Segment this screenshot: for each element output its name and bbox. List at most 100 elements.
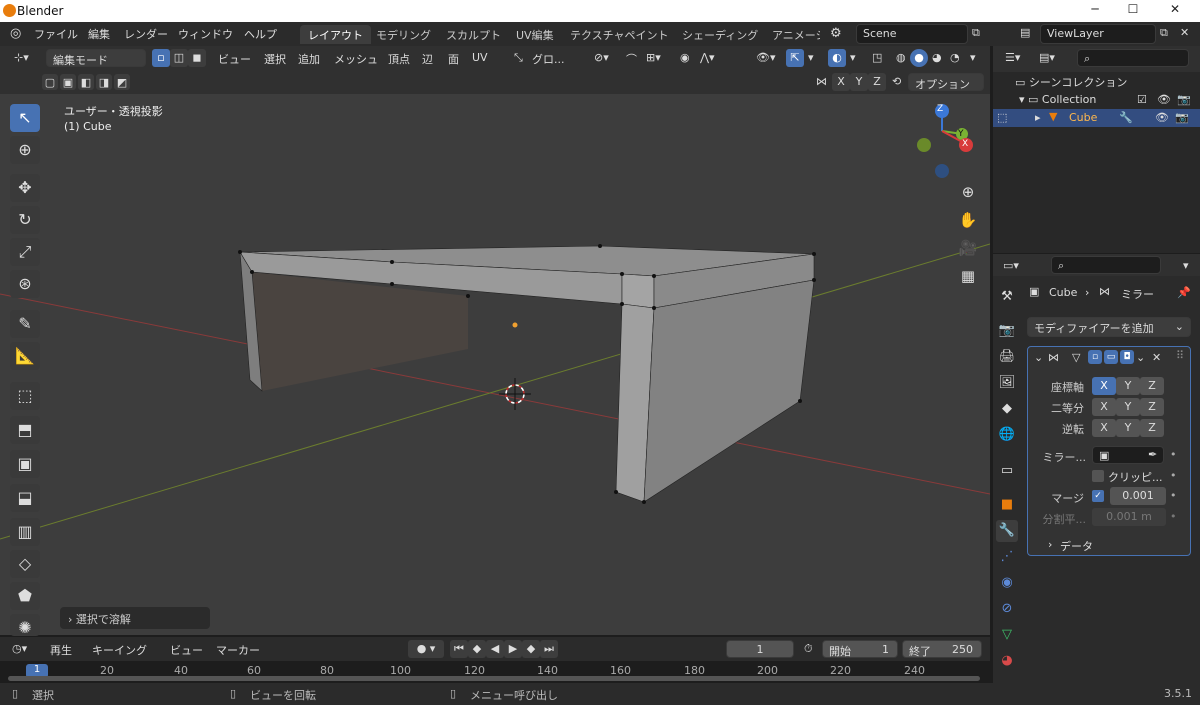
mode-selector[interactable]: 編集モード xyxy=(46,49,146,67)
transform-orientation-selector[interactable]: グロ... xyxy=(528,49,569,67)
collection-checkbox-icon[interactable]: ☑ xyxy=(1137,93,1147,106)
select-intersect-icon[interactable]: ◩ xyxy=(114,74,130,90)
select-new-icon[interactable]: ▢ xyxy=(42,74,58,90)
perspective-toggle-icon[interactable]: ▦ xyxy=(955,263,981,289)
scene-icon[interactable]: ⚙ xyxy=(830,26,842,41)
tab-layout[interactable]: レイアウト xyxy=(300,25,371,44)
modifier-menu-icon[interactable]: ⌄ xyxy=(1136,351,1145,364)
menu-marker[interactable]: マーカー xyxy=(212,640,264,658)
flip-x-toggle[interactable]: X xyxy=(1092,419,1116,437)
modifier-tab-icon[interactable]: 🔧 xyxy=(996,520,1018,542)
expand-arrow-icon[interactable]: ▸ xyxy=(1035,111,1041,124)
render-toggle-icon[interactable]: ◘ xyxy=(1120,350,1134,364)
frame-start-field[interactable]: 開始 1 xyxy=(822,640,898,658)
tab-sculpt[interactable]: スカルプト xyxy=(438,25,509,44)
pivot-icon[interactable]: ⊘▾ xyxy=(590,49,613,67)
options-dropdown[interactable]: オプション xyxy=(908,73,984,91)
mirror-y-button[interactable]: Y xyxy=(850,73,868,91)
shading-dropdown-icon[interactable]: ▾ xyxy=(966,49,980,67)
tool-tab-icon[interactable]: ⚒ xyxy=(996,286,1018,308)
overlay-toggle-icon[interactable]: ◐ xyxy=(828,49,846,67)
rendered-shading-icon[interactable]: ◔ xyxy=(946,49,964,67)
play-reverse-icon[interactable]: ◀ xyxy=(486,640,504,658)
bevel-tool-icon[interactable]: ⬓ xyxy=(10,484,40,512)
outliner-editor-icon[interactable]: ☰▾ xyxy=(1001,49,1024,67)
annotate-tool-icon[interactable]: ✎ xyxy=(10,310,40,338)
render-tab-icon[interactable]: 📷 xyxy=(996,320,1018,342)
viewlayer-remove-icon[interactable]: ✕ xyxy=(1180,26,1189,39)
collapse-chevron-icon[interactable]: ⌄ xyxy=(1034,351,1043,364)
vertex-select-icon[interactable]: ▫ xyxy=(152,49,170,67)
jump-start-icon[interactable]: ⏮ xyxy=(450,640,468,658)
decorator-dot-icon[interactable]: • xyxy=(1170,510,1177,523)
outliner-collection[interactable]: ▾ ▭ Collection ☑ 👁 📷 xyxy=(1015,91,1199,109)
object-tab-icon[interactable]: ■ xyxy=(996,494,1018,516)
bisect-y-toggle[interactable]: Y xyxy=(1116,398,1140,416)
rotate-tool-icon[interactable]: ↻ xyxy=(10,206,40,234)
stopwatch-icon[interactable]: ⏱ xyxy=(800,640,817,658)
pan-hand-icon[interactable]: ✋ xyxy=(955,207,981,233)
menu-mesh[interactable]: メッシュ xyxy=(330,49,382,67)
menu-file[interactable]: ファイル xyxy=(34,26,78,42)
merge-checkbox[interactable]: ✓ xyxy=(1092,490,1104,502)
axis-y-toggle[interactable]: Y xyxy=(1116,377,1140,395)
properties-search-input[interactable]: ⌕ xyxy=(1051,256,1161,274)
camera-view-icon[interactable]: 🎥 xyxy=(955,235,981,261)
minimize-button[interactable]: ─ xyxy=(1080,2,1110,20)
timeline-ruler[interactable]: 1 20 40 60 80 100 120 140 160 180 200 22… xyxy=(0,661,990,683)
maximize-button[interactable]: ☐ xyxy=(1118,2,1148,20)
viewlayer-selector[interactable]: ViewLayer xyxy=(1040,24,1156,44)
poly-build-tool-icon[interactable]: ⬟ xyxy=(10,582,40,610)
collection-camera-icon[interactable]: 📷 xyxy=(1177,93,1191,106)
tab-texture-paint[interactable]: テクスチャペイント xyxy=(562,25,677,44)
frame-end-field[interactable]: 終了 250 xyxy=(902,640,982,658)
mirror-x-button[interactable]: X xyxy=(832,73,850,91)
viewlayer-copy-icon[interactable]: ⧉ xyxy=(1160,26,1168,40)
axis-x-toggle[interactable]: X xyxy=(1092,377,1116,395)
menu-help[interactable]: ヘルプ xyxy=(244,26,277,42)
falloff-icon[interactable]: ⋀▾ xyxy=(696,49,719,67)
pin-icon[interactable]: 📌 xyxy=(1177,286,1191,299)
operator-panel[interactable]: › 選択で溶解 xyxy=(60,607,210,629)
outliner-object-cube[interactable]: ⬚ ▸ ▼ Cube 🔧 👁 📷 xyxy=(993,109,1200,127)
select-subtract-icon[interactable]: ◧ xyxy=(78,74,94,90)
bisect-x-toggle[interactable]: X xyxy=(1092,398,1116,416)
object-camera-icon[interactable]: 📷 xyxy=(1175,111,1189,124)
output-tab-icon[interactable]: 🖨 xyxy=(996,346,1018,368)
inset-tool-icon[interactable]: ▣ xyxy=(10,450,40,478)
mirror-z-button[interactable]: Z xyxy=(868,73,886,91)
properties-options-icon[interactable]: ▾ xyxy=(1179,257,1193,275)
blender-menu-icon[interactable]: ◎ xyxy=(10,26,21,41)
tab-animation[interactable]: アニメーシ xyxy=(764,25,820,44)
expand-arrow-icon[interactable]: ▾ xyxy=(1019,93,1028,106)
tab-shading[interactable]: シェーディング xyxy=(674,25,766,44)
menu-render[interactable]: レンダー xyxy=(124,26,168,42)
decorator-dot-icon[interactable]: • xyxy=(1170,448,1177,461)
select-difference-icon[interactable]: ◨ xyxy=(96,74,112,90)
timeline-editor-icon[interactable]: ◷▾ xyxy=(8,640,31,658)
next-keyframe-icon[interactable]: ◆ xyxy=(522,640,540,658)
particles-tab-icon[interactable]: ⋰ xyxy=(996,546,1018,568)
menu-edit[interactable]: 編集 xyxy=(88,26,110,42)
scene-selector[interactable]: Scene xyxy=(856,24,968,44)
constraints-tab-icon[interactable]: ⊘ xyxy=(996,598,1018,620)
edge-select-icon[interactable]: ◫ xyxy=(170,49,188,67)
auto-merge-icon[interactable]: ⟲ xyxy=(888,73,905,91)
current-frame-field[interactable]: 1 xyxy=(726,640,794,658)
material-shading-icon[interactable]: ◕ xyxy=(928,49,946,67)
snap-icon[interactable]: ⌒ xyxy=(622,49,641,67)
mirror-axis-icon[interactable]: ⋈ xyxy=(812,73,831,91)
menu-add[interactable]: 追加 xyxy=(294,49,324,67)
editor-type-icon[interactable]: ⊹▾ xyxy=(10,49,33,67)
timeline-scrollbar[interactable] xyxy=(8,676,980,681)
drag-handle-icon[interactable]: ⠿ xyxy=(1176,349,1184,362)
menu-timeline-view[interactable]: ビュー xyxy=(166,640,207,658)
edit-mode-icon[interactable]: ⬚ xyxy=(997,111,1007,124)
view-layer-tab-icon[interactable]: 🖼 xyxy=(996,372,1018,394)
collection-eye-icon[interactable]: 👁 xyxy=(1157,93,1171,106)
menu-face[interactable]: 面 xyxy=(444,49,463,67)
play-icon[interactable]: ▶ xyxy=(504,640,522,658)
properties-editor-icon[interactable]: ▭▾ xyxy=(999,257,1023,275)
loop-cut-tool-icon[interactable]: ▥ xyxy=(10,518,40,546)
edit-cage-icon[interactable]: ▽ xyxy=(1072,351,1080,364)
